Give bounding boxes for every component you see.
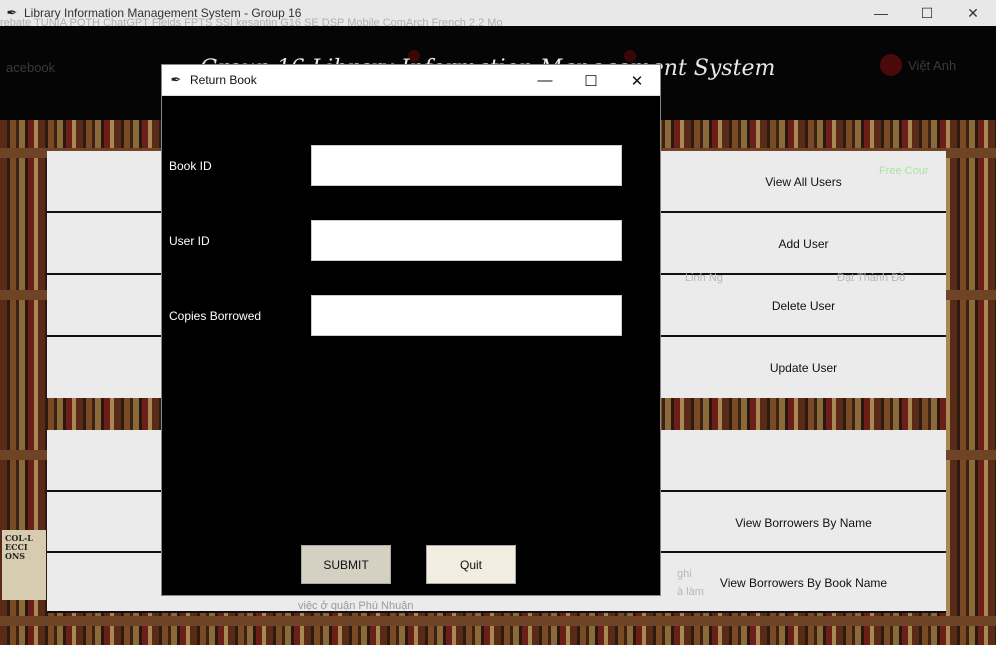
desktop: ✒ Library Information Management System … [0, 0, 996, 645]
update-user-button[interactable]: Update User [661, 337, 946, 398]
view-borrowers-by-name-button[interactable]: View Borrowers By Name [661, 492, 946, 553]
main-minimize-button[interactable]: — [858, 0, 904, 26]
book-id-label: Book ID [169, 159, 212, 173]
copies-borrowed-label: Copies Borrowed [169, 309, 262, 323]
background-name-text: Đạt Thành Đỗ [837, 272, 906, 284]
book-id-input[interactable] [311, 145, 622, 186]
main-title-bar: ✒ Library Information Management System … [0, 0, 996, 26]
view-all-users-button[interactable]: View All Users [661, 151, 946, 213]
return-book-dialog: ✒ Return Book — ☐ ✕ Book ID User ID Copi… [161, 64, 661, 596]
background-facebook-text: acebook [6, 60, 56, 75]
submit-button[interactable]: SUBMIT [301, 545, 391, 584]
quit-button[interactable]: Quit [426, 545, 516, 584]
book-spine: COL-L ECCI ONS [2, 530, 46, 600]
add-user-button[interactable]: Add User [661, 213, 946, 275]
dialog-minimize-button[interactable]: — [522, 65, 568, 96]
main-maximize-button[interactable]: ☐ [904, 0, 950, 26]
delete-user-button[interactable]: Delete User [661, 275, 946, 337]
background-bottom-text: ghi [677, 568, 692, 580]
feather-app-icon: ✒ [170, 72, 182, 87]
main-close-button[interactable]: ✕ [950, 0, 996, 26]
background-bottom-text: việc ở quận Phú Nhuận [298, 600, 414, 612]
background-bookmarks-bar: rebate TUNIA POTH ChatGPT Fields FPTS SS… [0, 17, 503, 26]
background-profile: Việt Anh [880, 54, 956, 76]
view-borrowers-by-book-name-button[interactable]: View Borrowers By Book Name [661, 553, 946, 613]
user-id-label: User ID [169, 234, 210, 248]
background-free-course-text: Free Cour [879, 165, 929, 177]
user-id-input[interactable] [311, 220, 622, 261]
dialog-maximize-button[interactable]: ☐ [568, 65, 614, 96]
shelf-plank [0, 616, 996, 626]
dialog-close-button[interactable]: ✕ [614, 65, 660, 96]
background-profile-name: Việt Anh [908, 57, 957, 73]
background-bottom-text: à làm [677, 586, 704, 598]
copies-borrowed-input[interactable] [311, 295, 622, 336]
dialog-title: Return Book [190, 73, 257, 87]
background-name-text: Linh Ng [685, 272, 723, 284]
dialog-title-bar: ✒ Return Book — ☐ ✕ [162, 65, 660, 96]
avatar [880, 54, 902, 76]
